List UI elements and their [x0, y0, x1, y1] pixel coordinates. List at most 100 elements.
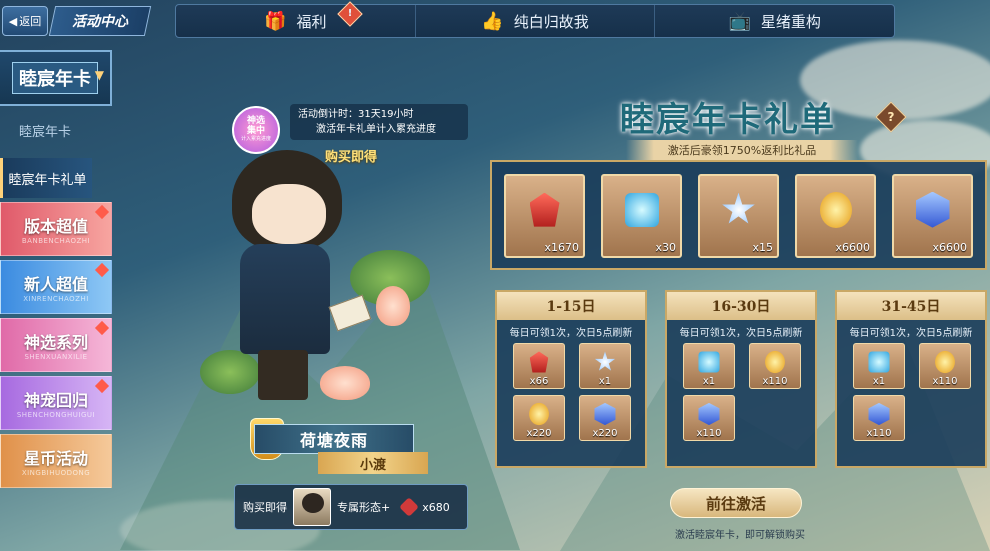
tv-icon: 📺 — [728, 10, 751, 32]
sidebar-item-label: 神选系列 — [23, 333, 88, 352]
reward-qty: x1 — [702, 376, 716, 387]
reward-slot[interactable]: x220 — [579, 395, 631, 441]
sidebar-item-pinyin: XINGBIHUODONG — [21, 469, 91, 477]
period-panel-1-15: 1-15日 每日可领1次，次日5点刷新 x66 x1 x220 x220 — [495, 290, 647, 468]
character-name: 小渡 — [318, 452, 428, 474]
countdown-box: 活动倒计时：31天19小时 激活年卡礼单计入累充进度 — [290, 104, 468, 140]
sidebar-item-label: 版本超值 — [23, 217, 88, 236]
reward-qty: x1 — [872, 376, 886, 387]
reward-slot[interactable]: x66 — [513, 343, 565, 389]
back-button[interactable]: ◀ 返回 — [2, 6, 48, 36]
back-arrow-icon: ◀ — [8, 14, 18, 28]
back-label: 返回 — [19, 15, 42, 28]
chevron-down-icon: ▼ — [94, 68, 104, 82]
period-note: 每日可领1次，次日5点刷新 — [509, 328, 633, 339]
sidebar-item-pet-return[interactable]: 神宠回归 SHENCHONGHUIGUI — [0, 376, 112, 430]
period-title: 1-15日 — [497, 292, 645, 320]
blue-hex-icon — [698, 402, 720, 425]
section-title-text: 活动中心 — [72, 14, 128, 30]
gold-coin-icon — [819, 191, 852, 228]
sidebar-item-god-select[interactable]: 神选系列 SHENXUANXILIE — [0, 318, 112, 372]
help-icon: ? — [887, 110, 895, 124]
tab-star-rebuild[interactable]: 📺 星绪重构 — [654, 5, 894, 37]
notification-badge — [94, 378, 110, 394]
reward-slot[interactable]: x6600 — [795, 174, 876, 258]
reward-qty: x220 — [526, 428, 552, 439]
sidebar-item-pinyin: XINRENCHAOZHI — [23, 295, 89, 303]
reward-slot[interactable]: x1 — [579, 343, 631, 389]
gold-coin-icon — [765, 350, 785, 373]
period-note: 每日可领1次，次日5点刷新 — [849, 328, 973, 339]
period-items: x1 x110 x110 — [667, 343, 815, 441]
sidebar-item-pinyin: BANBENCHAOZHI — [21, 237, 91, 245]
tab-star-rebuild-label: 星绪重构 — [760, 12, 821, 31]
reward-qty: x30 — [655, 241, 676, 254]
tab-welfare[interactable]: 🎁 福利 ! — [176, 1, 415, 37]
tab-pure-white-label: 纯白归故我 — [513, 12, 589, 31]
reward-slot[interactable]: x110 — [683, 395, 735, 441]
alert-badge: ! — [337, 1, 363, 27]
lotus-flower — [376, 286, 410, 326]
gold-coin-icon — [935, 350, 955, 373]
buy-bonus-bar: 购买即得 专属形态+ x680 — [234, 484, 468, 530]
blue-hex-icon — [594, 402, 616, 425]
period-title: 31-45日 — [837, 292, 985, 320]
bonus-qty: x680 — [422, 500, 450, 514]
section-title: 活动中心 — [48, 6, 152, 36]
notification-badge — [94, 262, 110, 278]
lotus-flower — [320, 366, 370, 400]
reward-slot[interactable]: x15 — [698, 174, 779, 258]
countdown-note: 激活年卡礼单计入累充进度 — [316, 124, 436, 135]
character-face — [252, 184, 326, 244]
sidebar-category-yearcard[interactable]: 睦宸年卡 ▼ — [0, 50, 112, 106]
reward-qty: x1 — [598, 376, 612, 387]
reward-slot[interactable]: x110 — [749, 343, 801, 389]
avatar — [293, 488, 331, 526]
notification-badge — [94, 204, 110, 220]
tab-pure-white[interactable]: 👍 纯白归故我 — [414, 5, 655, 37]
period-panel-16-30: 16-30日 每日可领1次，次日5点刷新 x1 x110 x110 — [665, 290, 817, 468]
red-gem-icon — [529, 192, 560, 227]
reward-slot[interactable]: x110 — [853, 395, 905, 441]
reward-slot[interactable]: x1 — [853, 343, 905, 389]
blue-box-icon — [868, 351, 890, 373]
sidebar-item-label: 星币活动 — [23, 449, 88, 468]
badge-line: 计入累充进度 — [240, 136, 271, 143]
sidebar-item-pinyin: SHENCHONGHUIGUI — [16, 411, 96, 419]
reward-slot[interactable]: x1670 — [504, 174, 585, 258]
reward-row: x1670 x30 x15 x6600 x6600 — [504, 174, 973, 258]
gold-coin-icon — [529, 402, 549, 425]
buy-bonus-label: 购买即得 — [243, 501, 287, 514]
blue-box-icon — [624, 192, 659, 227]
sidebar-item-version-value[interactable]: 版本超值 BANBENCHAOZHI — [0, 202, 112, 256]
tab-bar: 🎁 福利 ! 👍 纯白归故我 📺 星绪重构 — [175, 1, 895, 38]
sidebar-sub-yearcard[interactable]: 睦宸年卡 — [0, 110, 90, 150]
sidebar-item-newbie-value[interactable]: 新人超值 XINRENCHAOZHI — [0, 260, 112, 314]
gift-icon: 🎁 — [264, 10, 287, 32]
sidebar-item-starcoin[interactable]: 星币活动 XINGBIHUODONG — [0, 434, 112, 488]
tab-welfare-label: 福利 — [296, 12, 327, 31]
period-note: 每日可领1次，次日5点刷新 — [679, 328, 803, 339]
blue-box-icon — [698, 351, 720, 373]
period-items: x66 x1 x220 x220 — [497, 343, 645, 441]
reward-slot[interactable]: x220 — [513, 395, 565, 441]
reward-qty: x110 — [696, 428, 722, 439]
reward-slot[interactable]: x30 — [601, 174, 682, 258]
sidebar-item-label: 新人超值 — [23, 275, 88, 294]
reward-qty: x110 — [932, 376, 958, 387]
countdown-text: 活动倒计时：31天19小时 — [298, 109, 414, 120]
reward-qty: x66 — [529, 376, 549, 387]
period-panel-31-45: 31-45日 每日可领1次，次日5点刷新 x1 x110 x110 — [835, 290, 987, 468]
activate-tip: 激活睦宸年卡，即可解锁购买 — [675, 530, 805, 541]
notification-badge — [94, 320, 110, 336]
sidebar-sub-yearcard-pack[interactable]: 睦宸年卡礼单 — [0, 158, 92, 198]
reward-slot[interactable]: x110 — [919, 343, 971, 389]
reward-slot[interactable]: x6600 — [892, 174, 973, 258]
sidebar-item-label: 神宠回归 — [23, 391, 88, 410]
exclusive-form-label: 专属形态+ — [337, 501, 391, 514]
reward-slot[interactable]: x1 — [683, 343, 735, 389]
god-select-badge: 神选 集中 计入累充进度 — [232, 106, 280, 154]
reward-qty: x6600 — [835, 241, 870, 254]
activate-button[interactable]: 前往激活 — [670, 488, 802, 518]
red-gem-icon — [529, 351, 549, 373]
